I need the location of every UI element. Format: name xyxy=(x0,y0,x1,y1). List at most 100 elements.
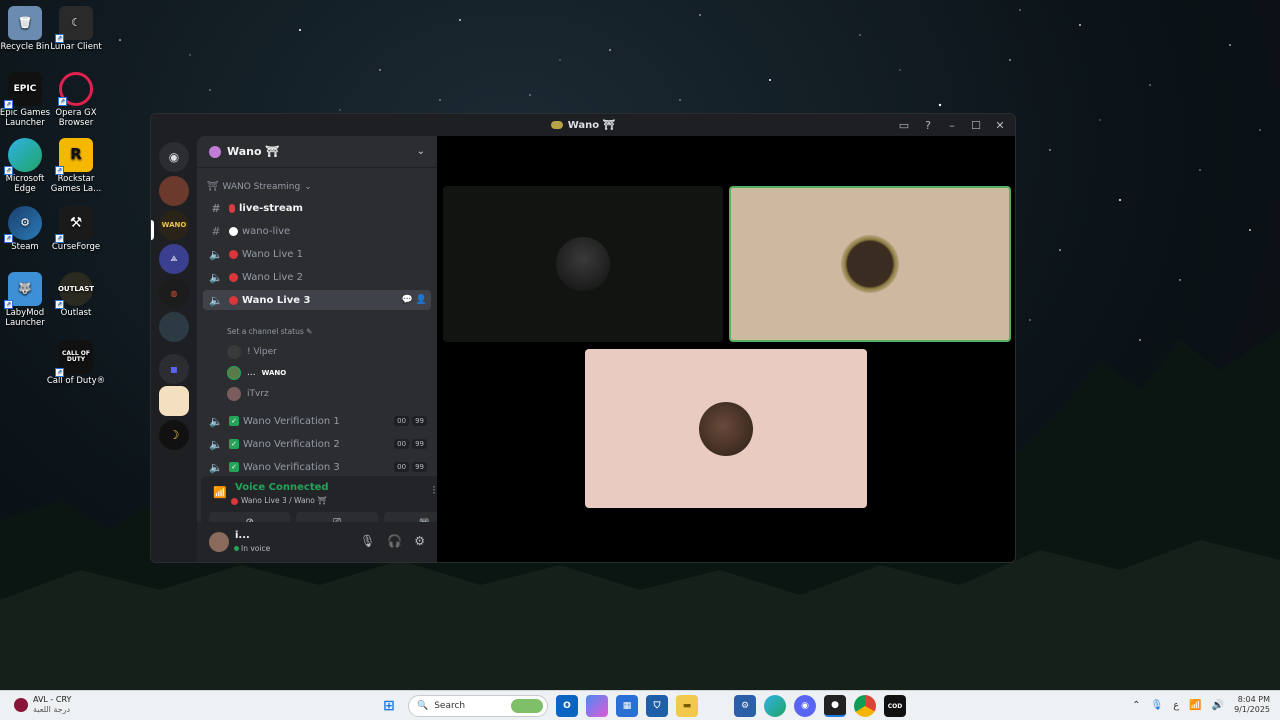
channel-status-prompt[interactable]: Set a channel status ✎ xyxy=(227,327,312,336)
app-icon-active[interactable]: ● xyxy=(824,695,846,717)
user-limit: 99 xyxy=(412,439,427,449)
weather-widget[interactable]: AVL - CRY درجة اللعبة xyxy=(14,695,71,715)
inbox-icon[interactable]: ▭ xyxy=(893,116,915,134)
headphones-icon[interactable]: 🎧 xyxy=(387,534,402,548)
voice-user[interactable]: iTvrz xyxy=(227,385,269,403)
desktop-icon-call-of-duty[interactable]: CALL OF DUTY ↗ Call of Duty® xyxy=(46,340,106,387)
settings-app-icon[interactable]: ⚙ xyxy=(734,695,756,717)
file-explorer-icon[interactable]: ▬ xyxy=(676,695,698,717)
help-icon[interactable]: ? xyxy=(917,116,939,134)
discord-window[interactable]: Wano ⛩ ▭ ? – ☐ ✕ ◉ WANO ⟁ ◍ ▪ ☽ Wano ⛩ ⌄… xyxy=(150,113,1016,563)
add-member-icon[interactable]: 👤 xyxy=(416,295,427,305)
server-icon[interactable] xyxy=(159,312,189,342)
chat-icon[interactable]: 💬 xyxy=(402,295,413,305)
steam-icon: ⚙ ↗ xyxy=(4,206,42,243)
windows-start-icon[interactable]: ⊞ xyxy=(378,695,400,717)
desktop-icon-outlast[interactable]: OUTLAST ↗ Outlast xyxy=(46,272,106,319)
user-status: In voice xyxy=(233,544,271,553)
opera-icon: ↗ xyxy=(58,72,93,106)
signal-icon[interactable]: 📶 xyxy=(213,486,227,499)
edge-icon[interactable] xyxy=(764,695,786,717)
server-icon[interactable]: ☽ xyxy=(159,420,189,450)
voice-user[interactable]: ... WANO xyxy=(227,364,286,382)
avatar xyxy=(227,345,241,359)
category-header[interactable]: ⛩ WANO Streaming ⌄ xyxy=(207,182,312,192)
desktop-icon-rockstar[interactable]: R ↗ Rockstar Games La... xyxy=(46,138,106,195)
user-panel: i... In voice 🎙 🎧 ⚙ xyxy=(197,522,437,562)
server-icon-wano[interactable]: WANO xyxy=(159,210,189,240)
edge-icon: ↗ xyxy=(4,138,42,175)
language-indicator[interactable]: ع xyxy=(1173,700,1179,711)
microphone-icon[interactable]: 🎙 xyxy=(1150,700,1163,711)
speaker-icon: 🔈 xyxy=(209,437,223,451)
voice-channel-link[interactable]: Wano Live 3 / Wano ⛩ xyxy=(231,496,327,505)
checkbox-icon: ✓ xyxy=(229,439,239,449)
voice-status[interactable]: Voice Connected xyxy=(235,482,329,493)
guild-header[interactable]: Wano ⛩ ⌄ xyxy=(197,136,437,168)
voice-user[interactable]: ! Viper xyxy=(227,343,277,361)
desktop-icon-lunar-client[interactable]: ☾ ↗ Lunar Client xyxy=(46,6,106,53)
user-limit: 99 xyxy=(412,416,427,426)
channel-wano-live-2[interactable]: 🔈 Wano Live 2 xyxy=(203,267,431,287)
minimize-button[interactable]: – xyxy=(941,116,963,134)
search-highlight-icon xyxy=(511,699,543,713)
desktop-icon-opera-gx[interactable]: ↗ Opera GX Browser xyxy=(46,72,106,129)
close-button[interactable]: ✕ xyxy=(989,116,1011,134)
server-icon[interactable] xyxy=(159,386,189,416)
microphone-icon[interactable]: 🎙 xyxy=(360,534,375,548)
participant-tile-speaking[interactable] xyxy=(729,186,1011,342)
avatar xyxy=(841,235,899,293)
folder-icon[interactable]: ▪ xyxy=(159,354,189,384)
noise-suppression-icon[interactable]: ⫶ xyxy=(433,484,436,498)
copilot-icon[interactable] xyxy=(586,695,608,717)
avatar[interactable] xyxy=(209,532,229,552)
defender-icon[interactable]: ⛉ xyxy=(646,695,668,717)
chrome-icon[interactable] xyxy=(854,695,876,717)
server-icon[interactable]: ⟁ xyxy=(159,244,189,274)
hashtag-icon: # xyxy=(211,201,221,215)
chevron-down-icon: ⌄ xyxy=(304,182,312,192)
user-count: 00 xyxy=(394,462,410,472)
red-dot-icon xyxy=(229,249,238,259)
gear-icon[interactable]: ⚙ xyxy=(414,534,425,548)
rockstar-icon: R ↗ xyxy=(55,138,93,175)
server-icon[interactable]: ◍ xyxy=(159,278,189,308)
search-box[interactable]: 🔍 Search xyxy=(408,695,548,717)
channel-wano-verification-2[interactable]: 🔈 ✓ Wano Verification 2 00 99 xyxy=(203,434,431,454)
clock[interactable]: 8:04 PM 9/1/2025 xyxy=(1234,695,1270,716)
server-list: ◉ WANO ⟁ ◍ ▪ ☽ xyxy=(151,136,197,562)
volume-icon[interactable]: 🔊 xyxy=(1212,700,1224,711)
desktop-icon-curseforge[interactable]: ⚒ ↗ CurseForge xyxy=(46,206,106,253)
title-bar[interactable]: Wano ⛩ ▭ ? – ☐ ✕ xyxy=(151,114,1015,136)
participant-tile[interactable] xyxy=(443,186,723,342)
user-count: 00 xyxy=(394,416,410,426)
channel-live-stream[interactable]: # live-stream xyxy=(203,198,431,218)
channel-wano-verification-3[interactable]: 🔈 ✓ Wano Verification 3 00 99 xyxy=(203,457,431,477)
trash-icon: 🗑 xyxy=(8,6,42,40)
pin-icon xyxy=(229,203,235,213)
discord-home-icon[interactable]: ◉ xyxy=(159,142,189,172)
channel-wano-live-3[interactable]: 🔈 Wano Live 3 💬 👤 xyxy=(203,290,431,310)
torii-icon: ⛩ xyxy=(207,182,219,192)
channel-wano-live[interactable]: # wano-live xyxy=(203,221,431,241)
checkbox-icon: ✓ xyxy=(229,416,239,426)
participant-tile[interactable] xyxy=(585,349,867,508)
channel-wano-live-1[interactable]: 🔈 Wano Live 1 xyxy=(203,244,431,264)
channel-wano-verification-1[interactable]: 🔈 ✓ Wano Verification 1 00 99 xyxy=(203,411,431,431)
cod-icon[interactable]: COD xyxy=(884,695,906,717)
sports-icon xyxy=(14,698,28,712)
wifi-icon[interactable]: 📶 xyxy=(1189,700,1201,711)
cod-icon: CALL OF DUTY ↗ xyxy=(55,340,93,377)
server-icon[interactable] xyxy=(159,176,189,206)
username[interactable]: i... xyxy=(235,530,250,541)
red-dot-icon xyxy=(229,272,238,282)
red-dot-icon xyxy=(229,295,238,305)
maximize-button[interactable]: ☐ xyxy=(965,116,987,134)
discord-icon[interactable]: ◉ xyxy=(794,695,816,717)
chevron-up-icon[interactable]: ⌃ xyxy=(1132,700,1140,711)
outlook-icon[interactable]: O xyxy=(556,695,578,717)
avatar xyxy=(227,387,241,401)
chevron-down-icon[interactable]: ⌄ xyxy=(417,146,425,157)
store-icon[interactable]: ▦ xyxy=(616,695,638,717)
user-limit: 99 xyxy=(412,462,427,472)
